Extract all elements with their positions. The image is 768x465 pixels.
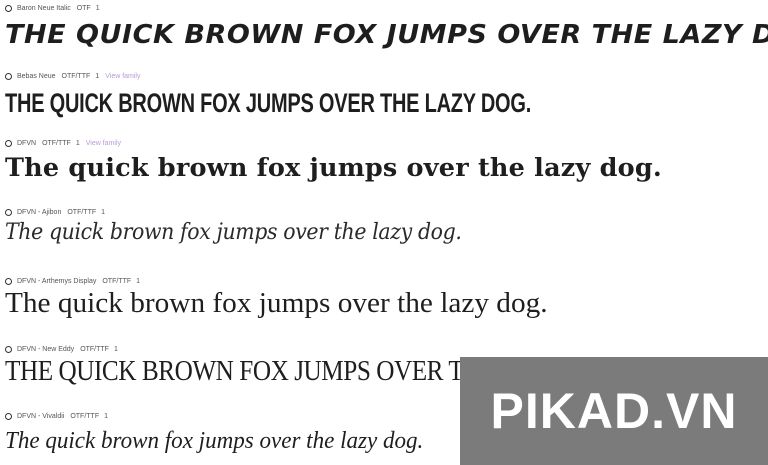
font-name: DFVN - Ajibon <box>17 208 62 216</box>
font-name: DFVN - Vivaldii <box>17 412 65 420</box>
font-name: Baron Neue Italic <box>17 4 71 12</box>
font-count: 1 <box>104 412 109 420</box>
font-name: DFVN - New Eddy <box>17 345 75 353</box>
view-family-link[interactable]: View family <box>105 73 140 80</box>
font-name: DFVN <box>17 139 37 147</box>
font-sample: The quick brown fox jumps over the lazy … <box>5 88 532 118</box>
font-entry-baron-neue-italic: Baron Neue Italic OTF 1 The quick brown … <box>0 2 768 60</box>
font-meta: DFVN OTF/TTF 1 View family <box>5 137 121 149</box>
font-count: 1 <box>101 208 106 216</box>
select-radio[interactable] <box>5 4 12 12</box>
font-name: Bebas Neue <box>17 72 56 80</box>
font-entry-dfvn-arthemys-display: DFVN - Arthemys Display OTF/TTF 1 The qu… <box>0 275 768 337</box>
font-format: OTF/TTF <box>80 345 109 353</box>
select-radio[interactable] <box>5 277 12 285</box>
font-sample: The quick brown fox jumps over the lazy … <box>5 428 424 454</box>
font-name: DFVN - Arthemys Display <box>17 277 97 285</box>
font-format: OTF/TTF <box>42 139 71 147</box>
font-count: 1 <box>75 139 80 147</box>
font-count: 1 <box>113 345 118 353</box>
font-format: OTF/TTF <box>70 412 100 420</box>
select-radio[interactable] <box>5 72 12 80</box>
select-radio[interactable] <box>5 345 12 353</box>
font-sample: The quick brown fox jumps over the lazy … <box>5 153 662 182</box>
font-count: 1 <box>95 4 100 12</box>
watermark-text: PIKAD.VN <box>490 383 738 439</box>
font-format: OTF/TTF <box>102 277 132 285</box>
font-sample: The quick brown fox jumps over the lazy … <box>5 287 548 319</box>
font-entry-dfvn-ajibon: DFVN - Ajibon OTF/TTF 1 The quick brown … <box>0 206 768 268</box>
font-meta: Bebas Neue OTF/TTF 1 View family <box>5 70 141 82</box>
font-entry-bebas-neue: Bebas Neue OTF/TTF 1 View family The qui… <box>0 70 768 130</box>
view-family-link[interactable]: View family <box>86 140 121 147</box>
font-meta: DFVN - New Eddy OTF/TTF 1 <box>5 343 118 355</box>
font-entry-dfvn: DFVN OTF/TTF 1 View family The quick bro… <box>0 137 768 199</box>
select-radio[interactable] <box>5 208 12 216</box>
font-format: OTF/TTF <box>61 72 91 80</box>
font-meta: Baron Neue Italic OTF 1 <box>5 2 100 14</box>
font-count: 1 <box>136 277 141 285</box>
font-format: OTF <box>76 4 91 12</box>
font-meta: DFVN - Vivaldii OTF/TTF 1 <box>5 410 108 422</box>
font-count: 1 <box>95 72 100 80</box>
select-radio[interactable] <box>5 412 12 420</box>
font-meta: DFVN - Ajibon OTF/TTF 1 <box>5 206 105 218</box>
select-radio[interactable] <box>5 139 12 147</box>
font-sample: The quick brown fox jumps over the lazy … <box>5 20 768 50</box>
font-format: OTF/TTF <box>67 208 97 216</box>
font-sample: The quick brown fox jumps over the lazy … <box>5 220 462 245</box>
font-meta: DFVN - Arthemys Display OTF/TTF 1 <box>5 275 140 287</box>
watermark-logo: PIKAD.VN <box>460 357 768 465</box>
